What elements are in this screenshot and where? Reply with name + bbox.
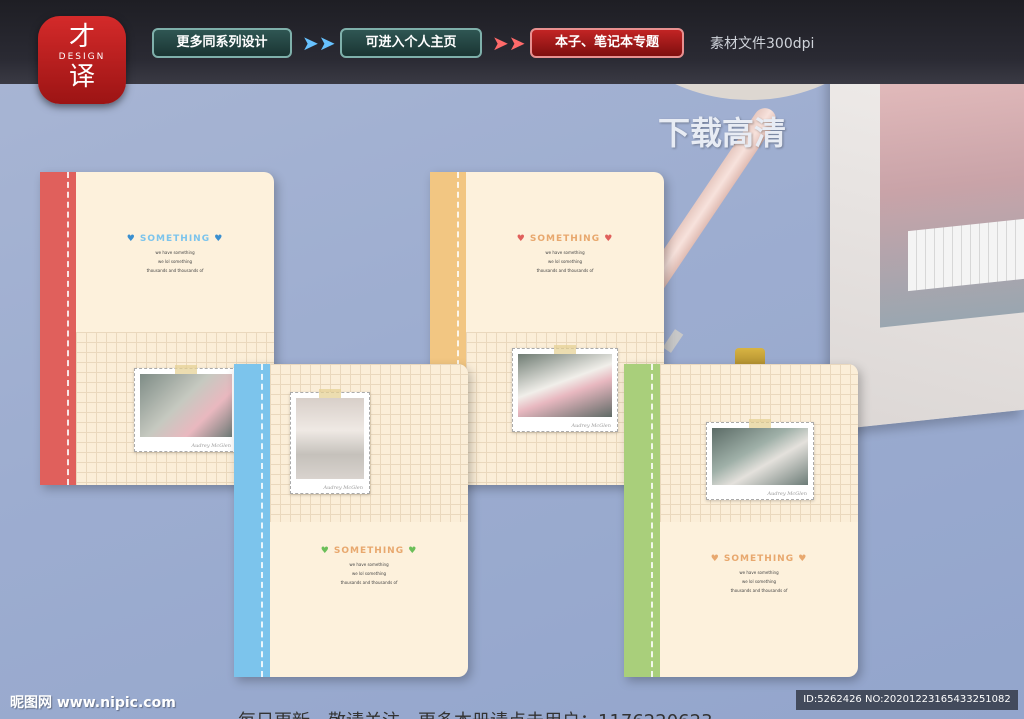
tape (175, 365, 197, 374)
tape (749, 419, 771, 428)
heart-icon: ♥ (214, 234, 224, 244)
logo[interactable]: 才 DESIGN 译 (38, 16, 126, 104)
heart-icon: ♥ (516, 234, 526, 244)
tagline: we have something we lol something thous… (730, 570, 788, 593)
brand-text: SOMETHING (139, 234, 211, 244)
brand-label: ♥ SOMETHING ♥ (466, 234, 664, 244)
brand-text: SOMETHING (529, 234, 601, 244)
file-info: 素材文件300dpi (710, 36, 815, 52)
nav-more-series-button[interactable]: 更多同系列设计 (152, 28, 292, 58)
tagline: we have something we lol something thous… (536, 250, 594, 273)
photo-frame: Audrey McGlen (512, 345, 618, 432)
tagline: we have something we lol something thous… (146, 250, 204, 273)
brand-label: ♥ SOMETHING ♥ (270, 546, 468, 556)
heart-icon: ♥ (126, 234, 136, 244)
double-arrow-icon: ➤➤ (302, 31, 336, 55)
brand-label: ♥ SOMETHING ♥ (76, 234, 274, 244)
logo-word: DESIGN (58, 52, 106, 62)
brand-text: SOMETHING (723, 554, 795, 564)
photo-frame: Audrey McGlen (706, 419, 814, 500)
photo-signature: Audrey McGlen (323, 485, 364, 491)
nav-notebook-topic-button[interactable]: 本子、笔记本专题 (530, 28, 684, 58)
books-flowers-photo (712, 428, 808, 485)
notebook-spine (624, 364, 660, 677)
double-arrow-icon: ➤➤ (492, 31, 526, 55)
download-hd-label[interactable]: 下载高清 (658, 108, 786, 154)
brand-text: SOMETHING (333, 546, 405, 556)
heart-icon: ♥ (710, 554, 720, 564)
nav-homepage-button[interactable]: 可进入个人主页 (340, 28, 482, 58)
notebook-green: Audrey McGlen ♥ SOMETHING ♥ we have some… (624, 364, 858, 677)
logo-top-char: 才 (68, 22, 95, 52)
tape (319, 389, 341, 398)
teacup-photo (518, 354, 612, 417)
photo-signature: Audrey McGlen (571, 423, 612, 429)
heart-icon: ♥ (798, 554, 808, 564)
site-watermark[interactable]: 昵图网 www.nipic.com (10, 692, 176, 712)
heart-icon: ♥ (320, 546, 330, 556)
photo-signature: Audrey McGlen (767, 491, 808, 497)
photo-frame: Audrey McGlen (134, 365, 238, 452)
camera-photo (140, 374, 232, 437)
logo-bottom-char: 译 (68, 62, 95, 92)
notebook-spine (234, 364, 270, 677)
keyboard-photo (908, 218, 1024, 292)
heart-icon: ♥ (604, 234, 614, 244)
photo-signature: Audrey McGlen (191, 443, 232, 449)
tape (554, 345, 576, 354)
image-id-label: ID:5262426 NO:20201223165433251082 (796, 690, 1018, 710)
photo-frame: Audrey McGlen (290, 389, 370, 494)
heart-icon: ♥ (408, 546, 418, 556)
footer-message: 每日更新，敬请关注，更多本册请点击用户：1176220623 (238, 707, 713, 719)
notebook-spine (40, 172, 76, 485)
pen-tip (662, 329, 684, 353)
notebook-blue: Audrey McGlen ♥ SOMETHING ♥ we have some… (234, 364, 468, 677)
flower-vase-photo (296, 398, 364, 479)
tagline: we have something we lol something thous… (340, 562, 398, 585)
brand-label: ♥ SOMETHING ♥ (660, 554, 858, 564)
